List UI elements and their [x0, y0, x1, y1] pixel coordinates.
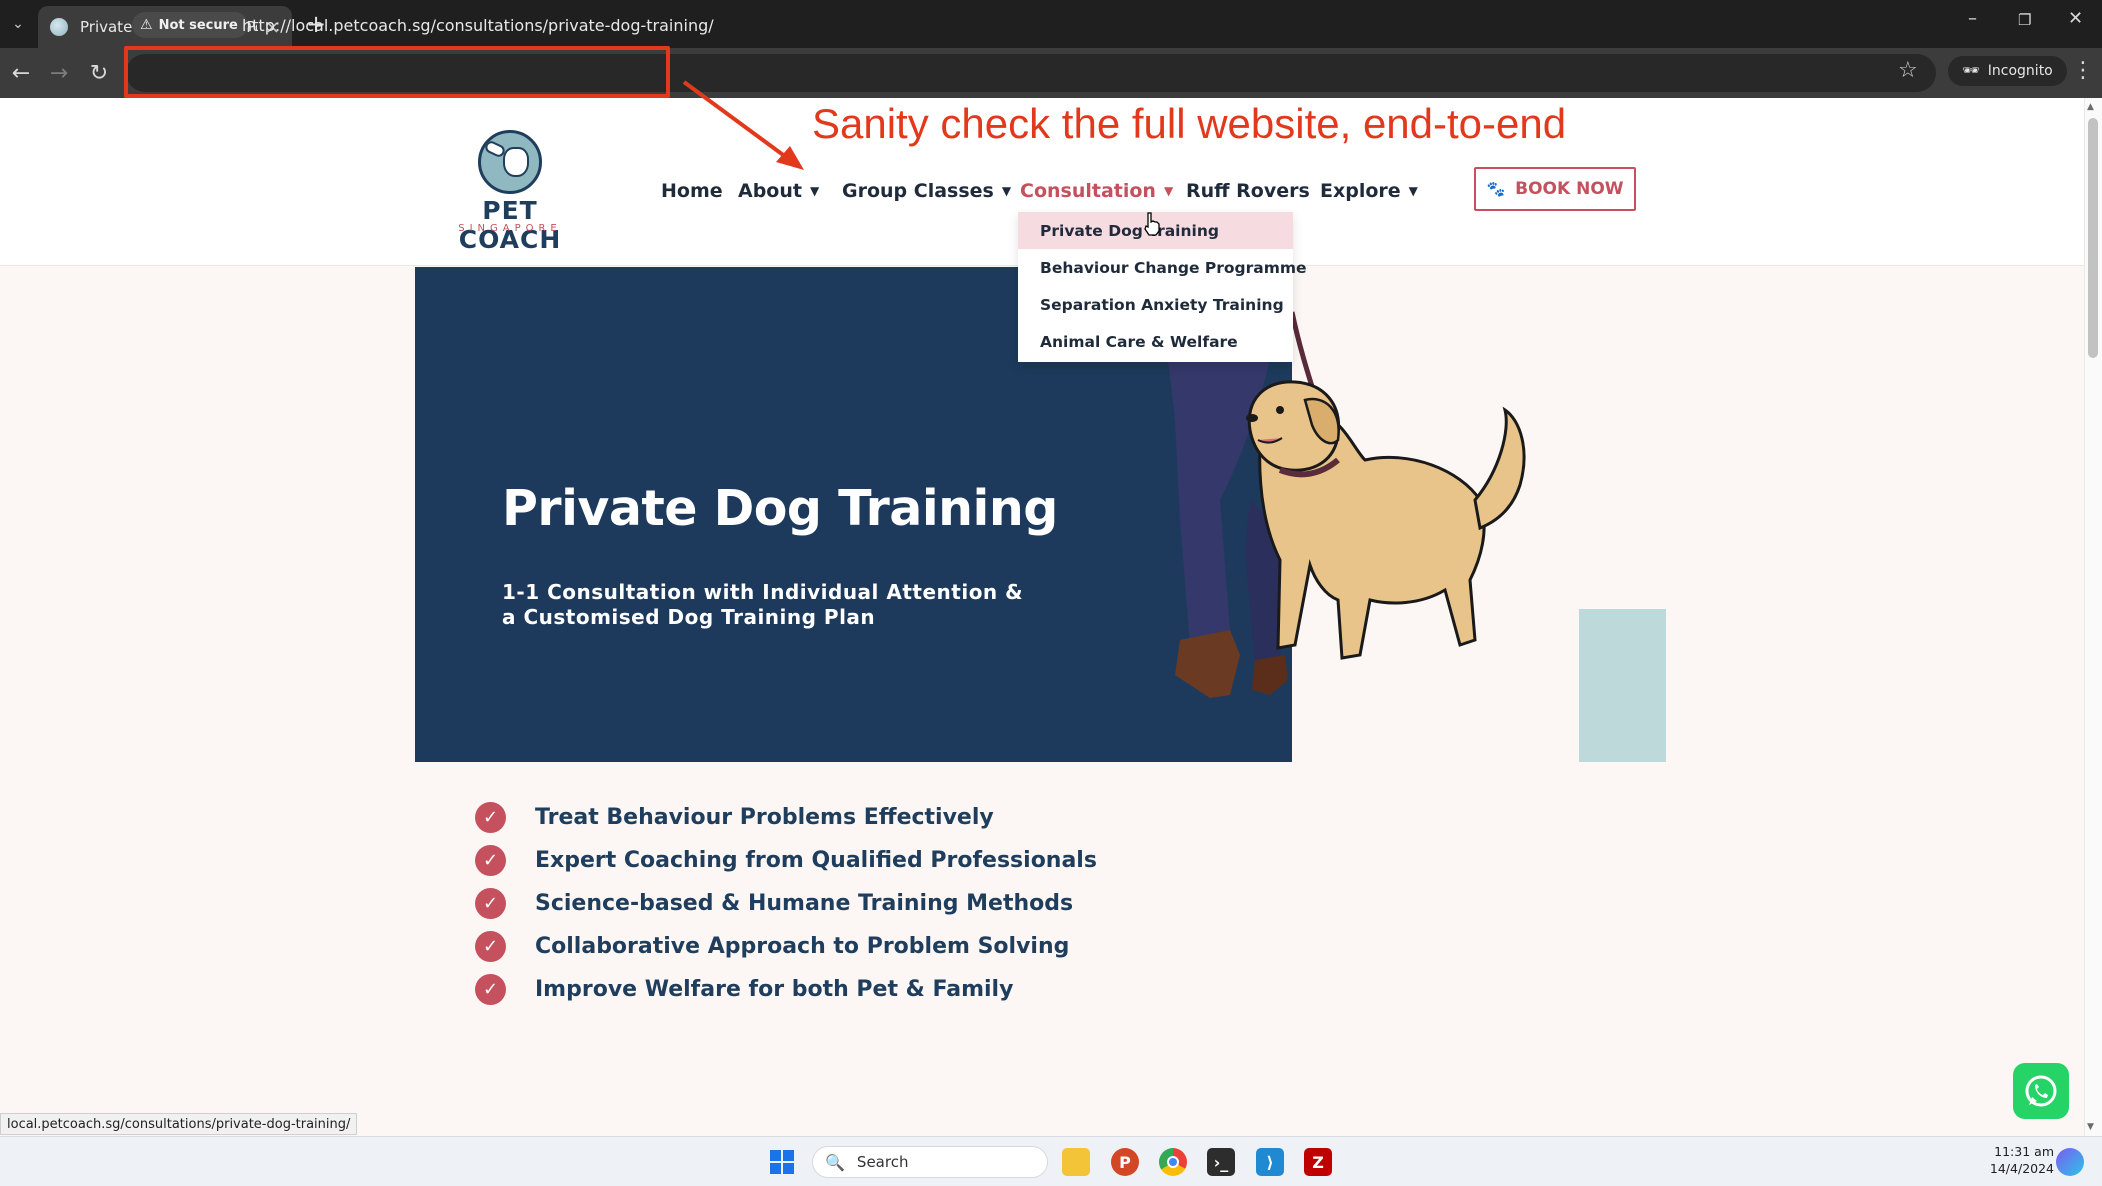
feature-text: Treat Behaviour Problems Effectively	[535, 804, 994, 830]
close-window-icon[interactable]: ✕	[2068, 8, 2083, 29]
bookmark-star-icon[interactable]: ☆	[1898, 58, 1918, 83]
nav-explore-label: Explore	[1320, 180, 1401, 202]
annotation-caption: Sanity check the full website, end-to-en…	[812, 100, 1567, 147]
nav-group-classes-label: Group Classes	[842, 180, 994, 202]
taskbar-clock[interactable]: 11:31 am 14/4/2024	[1968, 1143, 2054, 1177]
warning-icon: ⚠	[140, 17, 153, 33]
checkmark-icon: ✓	[475, 801, 506, 833]
nav-explore[interactable]: Explore ▼	[1320, 180, 1418, 202]
hero-subtitle-line-2: a Customised Dog Training Plan	[502, 605, 876, 629]
taskbar-search-box[interactable]: 🔍 Search	[812, 1146, 1048, 1178]
scrollbar-thumb[interactable]	[2088, 118, 2098, 358]
nav-consultation[interactable]: Consultation ▼	[1020, 180, 1173, 202]
whatsapp-chat-button[interactable]	[2013, 1063, 2069, 1119]
chevron-down-icon: ▼	[1163, 184, 1174, 198]
hero-subtitle: 1-1 Consultation with Individual Attenti…	[502, 580, 1062, 630]
nav-home-label: Home	[661, 180, 723, 202]
forward-arrow-icon[interactable]: →	[44, 58, 74, 88]
security-chip[interactable]: ⚠ Not secure	[132, 12, 248, 38]
chevron-down-icon: ▼	[1001, 184, 1012, 198]
nav-about-label: About	[738, 180, 802, 202]
feature-text: Expert Coaching from Qualified Professio…	[535, 847, 1097, 873]
nav-home[interactable]: Home	[661, 180, 723, 202]
menu-item-behaviour-change-programme[interactable]: Behaviour Change Programme	[1018, 249, 1307, 286]
favicon-icon	[50, 18, 68, 36]
incognito-icon: 🕶	[1962, 63, 1980, 79]
checkmark-icon: ✓	[475, 930, 506, 962]
menu-item-label: Separation Anxiety Training	[1040, 295, 1284, 314]
windows-taskbar	[0, 1136, 2102, 1186]
menu-item-separation-anxiety-training[interactable]: Separation Anxiety Training	[1018, 286, 1293, 323]
restore-icon[interactable]: ❐	[2018, 11, 2031, 29]
security-label: Not secure	[158, 17, 238, 33]
decorative-teal-block	[1579, 609, 1666, 762]
clock-date: 14/4/2024	[1989, 1161, 2054, 1176]
scroll-up-arrow-icon[interactable]: ▲	[2087, 102, 2094, 112]
menu-item-label: Animal Care & Welfare	[1040, 332, 1238, 351]
nav-group-classes[interactable]: Group Classes ▼	[842, 180, 1011, 202]
browser-menu-icon[interactable]: ⋮	[2072, 58, 2094, 83]
hand-cursor-icon	[1144, 212, 1160, 236]
minimize-icon[interactable]: –	[1968, 8, 1977, 29]
search-icon: 🔍	[825, 1152, 845, 1172]
windows-start-icon[interactable]	[768, 1148, 796, 1176]
vscode-icon[interactable]: ⟩	[1256, 1148, 1284, 1176]
menu-item-animal-care-welfare[interactable]: Animal Care & Welfare	[1018, 323, 1293, 360]
profile-label: Incognito	[1987, 63, 2053, 79]
checkmark-icon: ✓	[475, 887, 506, 919]
feature-item: ✓ Collaborative Approach to Problem Solv…	[475, 929, 1069, 963]
whatsapp-icon	[2025, 1075, 2057, 1107]
logo-dog-shape	[503, 147, 529, 177]
chrome-icon[interactable]	[1159, 1148, 1187, 1176]
windows-logo-shape	[770, 1150, 794, 1174]
menu-item-label: Private Dog Training	[1040, 221, 1219, 240]
dog-walker-illustration	[1161, 300, 1526, 698]
url-text[interactable]: http://local.petcoach.sg/consultations/p…	[242, 16, 714, 35]
clock-time: 11:31 am	[1994, 1144, 2054, 1159]
checkmark-icon: ✓	[475, 844, 506, 876]
feature-text: Science-based & Humane Training Methods	[535, 890, 1074, 916]
back-arrow-icon[interactable]: ←	[6, 58, 36, 88]
nav-ruff-rovers-label: Ruff Rovers	[1186, 180, 1310, 202]
book-now-label: BOOK NOW	[1515, 179, 1624, 199]
tab-search-button[interactable]: ⌄	[6, 10, 30, 38]
reload-icon[interactable]: ↻	[84, 58, 114, 88]
terminal-icon[interactable]: ›_	[1207, 1148, 1235, 1176]
filezilla-icon[interactable]: Z	[1304, 1148, 1332, 1176]
hero-title: Private Dog Training	[502, 480, 1058, 537]
nav-ruff-rovers[interactable]: Ruff Rovers	[1186, 180, 1310, 202]
site-logo[interactable]: PET COACH SINGAPORE	[442, 130, 578, 254]
feature-text: Collaborative Approach to Problem Solvin…	[535, 933, 1070, 959]
nav-consultation-label: Consultation	[1020, 180, 1156, 202]
powerpoint-icon[interactable]: P	[1111, 1148, 1139, 1176]
scroll-down-arrow-icon[interactable]: ▼	[2087, 1122, 2094, 1132]
taskbar-search-label: Search	[856, 1153, 909, 1171]
annotation-highlight-box	[124, 46, 670, 98]
paw-icon: 🐾	[1486, 180, 1506, 198]
feature-item: ✓ Improve Welfare for both Pet & Family	[475, 972, 1013, 1006]
menu-item-label: Behaviour Change Programme	[1040, 258, 1307, 277]
incognito-profile-button[interactable]: 🕶 Incognito	[1948, 56, 2067, 86]
logo-subtitle: SINGAPORE	[458, 223, 562, 234]
chevron-down-icon: ▼	[809, 184, 820, 198]
nav-about[interactable]: About ▼	[738, 180, 819, 202]
book-now-button[interactable]: 🐾 BOOK NOW	[1474, 167, 1636, 211]
hero-subtitle-line-1: 1-1 Consultation with Individual Attenti…	[502, 580, 1024, 604]
chevron-down-icon: ▼	[1408, 184, 1418, 198]
feature-text: Improve Welfare for both Pet & Family	[535, 976, 1014, 1002]
feature-item: ✓ Science-based & Humane Training Method…	[475, 886, 1073, 920]
copilot-icon[interactable]	[2056, 1148, 2084, 1176]
feature-item: ✓ Treat Behaviour Problems Effectively	[475, 800, 994, 834]
feature-item: ✓ Expert Coaching from Qualified Profess…	[475, 843, 1097, 877]
logo-emblem-icon	[478, 130, 542, 194]
checkmark-icon: ✓	[475, 973, 506, 1005]
status-bar-url: local.petcoach.sg/consultations/private-…	[0, 1113, 358, 1135]
file-explorer-icon[interactable]	[1062, 1148, 1090, 1176]
